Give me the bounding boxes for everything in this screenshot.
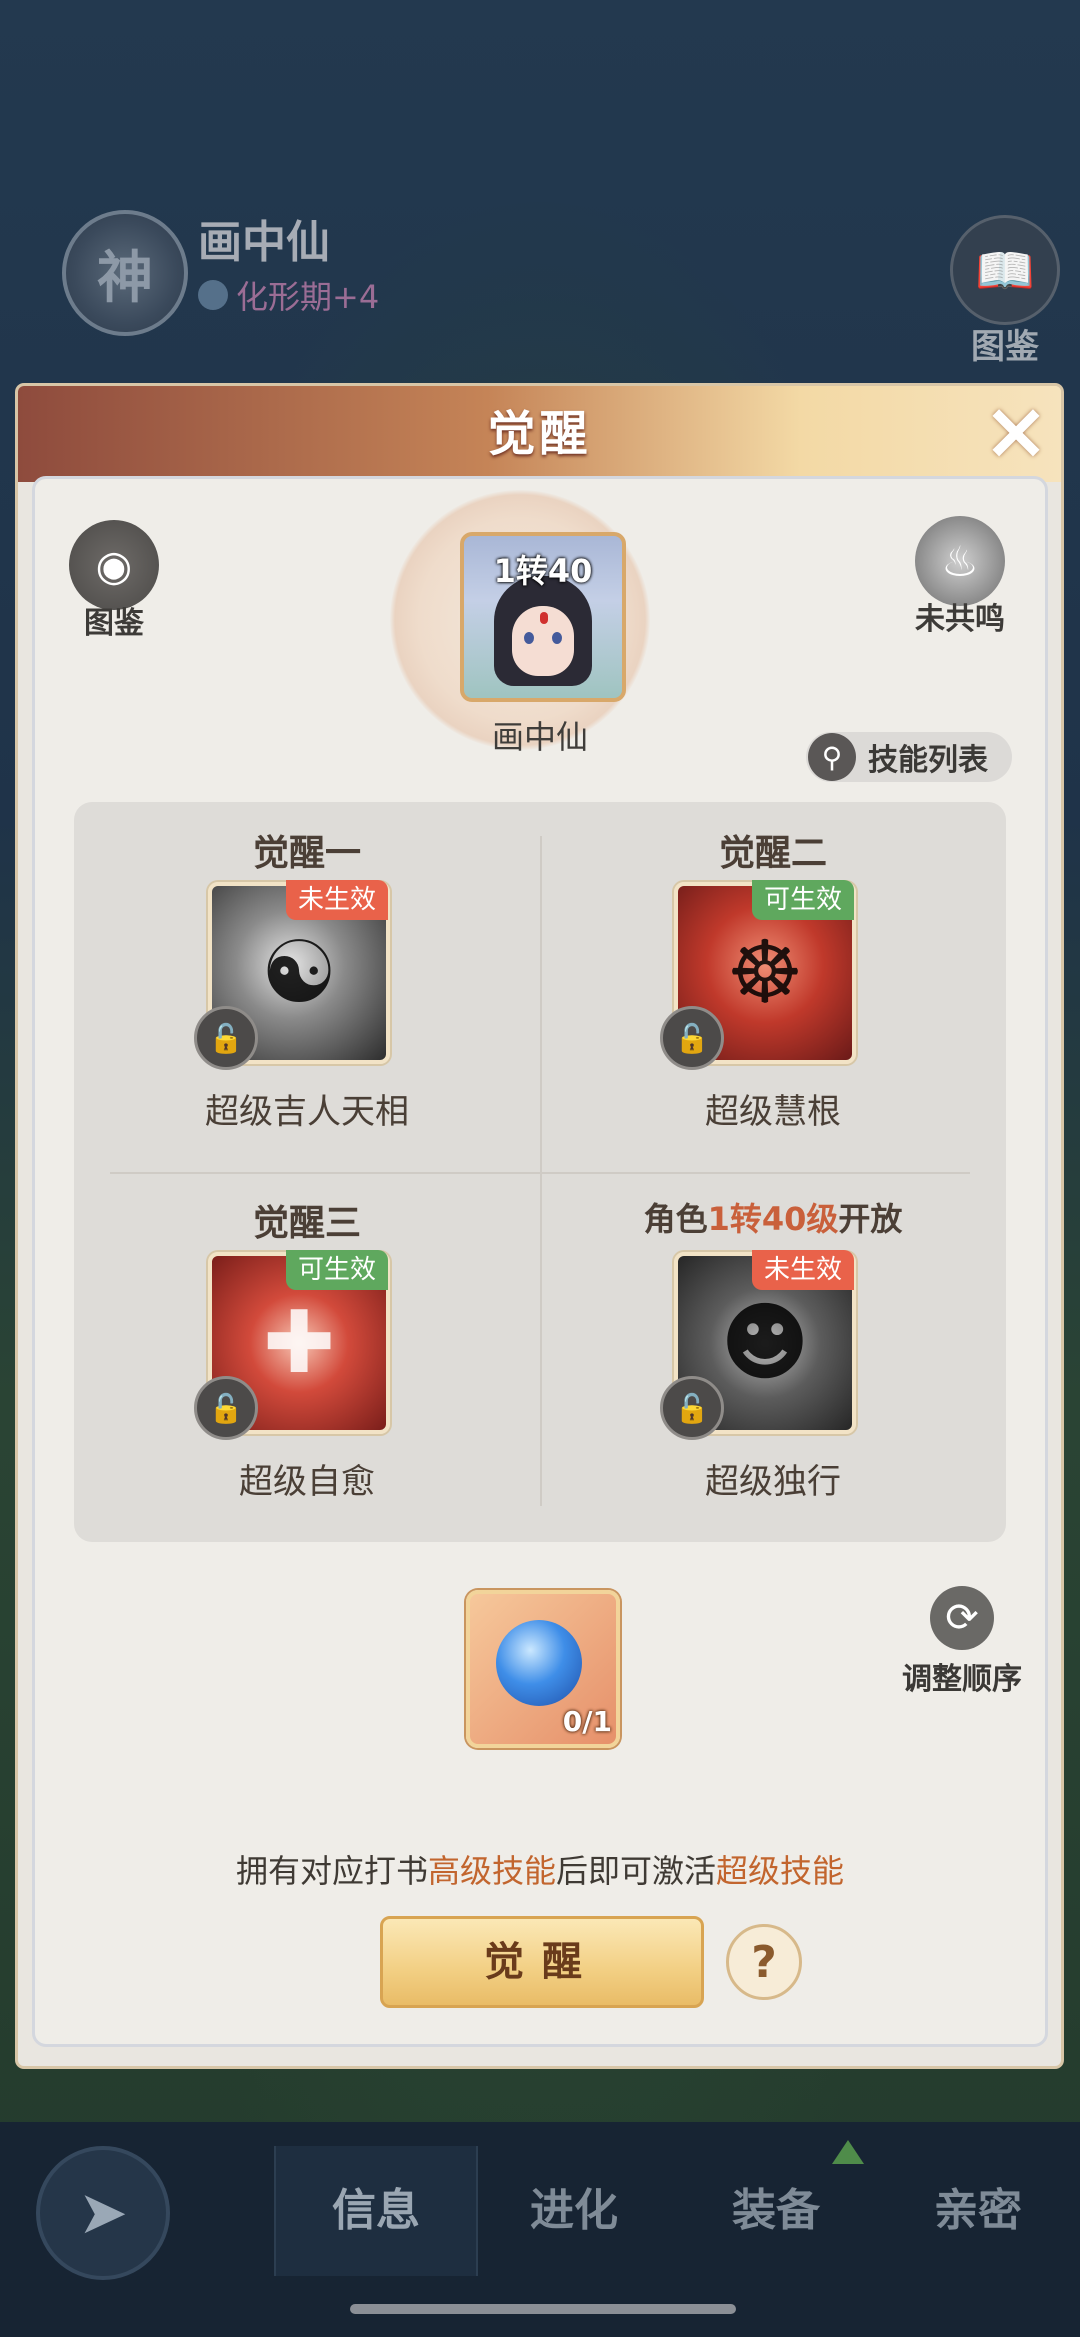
album-icon: ◉ xyxy=(69,520,159,610)
status-badge: 可生效 xyxy=(752,880,854,920)
slot-title: 觉醒三 xyxy=(252,1203,361,1244)
book-icon: 📖 xyxy=(950,215,1060,325)
unlock-icon: 🔓 xyxy=(660,1376,724,1440)
rank-badge: 神 xyxy=(62,210,188,336)
awaken-material-slot[interactable]: 0/1 xyxy=(466,1590,620,1748)
atlas-label: 图鉴 xyxy=(84,606,144,641)
awakening-slot-4: 角色1转40级开放 ☻ 未生效 🔓 超级独行 xyxy=(540,1172,1006,1542)
slot-title: 觉醒二 xyxy=(718,833,827,874)
reorder-label: 调整顺序 xyxy=(902,1662,1022,1697)
top-atlas-button[interactable]: 📖 图鉴 xyxy=(950,215,1060,368)
awakening-grid: 觉醒一 ☯ 未生效 🔓 超级吉人天相 觉醒二 ☸ 可生效 🔓 超级慧根 觉醒三 … xyxy=(74,802,1006,1542)
dialog-title: 觉醒 xyxy=(487,406,592,462)
slot-title: 觉醒一 xyxy=(252,833,361,874)
refresh-icon: ⟳ xyxy=(930,1586,994,1650)
resonance-button[interactable]: ♨ 未共鸣 xyxy=(900,516,1020,638)
activation-hint: 拥有对应打书高级技能后即可激活超级技能 xyxy=(235,1852,845,1890)
magnifier-icon: ⚲ xyxy=(808,733,856,781)
skill-name: 超级慧根 xyxy=(705,1092,841,1132)
awakening-slot-1: 觉醒一 ☯ 未生效 🔓 超级吉人天相 xyxy=(74,802,540,1172)
unlock-icon: 🔓 xyxy=(660,1006,724,1070)
realm-text: 化形期+4 xyxy=(236,278,380,316)
awakening-slot-2: 觉醒二 ☸ 可生效 🔓 超级慧根 xyxy=(540,802,1006,1172)
awaken-button[interactable]: 觉醒 xyxy=(380,1916,704,2008)
home-indicator[interactable] xyxy=(350,2304,736,2314)
skill-list-button[interactable]: ⚲ 技能列表 xyxy=(806,732,1012,782)
back-arrow-icon[interactable]: ➤ xyxy=(36,2146,170,2280)
tab-equipment[interactable]: 装备 xyxy=(676,2146,876,2276)
status-badge: 未生效 xyxy=(752,1250,854,1290)
help-icon[interactable]: ? xyxy=(726,1924,802,2000)
material-count: 0/1 xyxy=(562,1705,612,1738)
character-portrait[interactable]: 1转40 xyxy=(460,532,626,702)
close-icon[interactable]: × xyxy=(975,391,1057,474)
resonance-label: 未共鸣 xyxy=(915,602,1005,637)
status-badge: 可生效 xyxy=(286,1250,388,1290)
character-realm: 化形期+4 xyxy=(198,272,379,318)
skill-name: 超级自愈 xyxy=(239,1462,375,1502)
unlock-icon: 🔓 xyxy=(194,1376,258,1440)
tab-evolve[interactable]: 进化 xyxy=(474,2146,674,2276)
status-badge: 未生效 xyxy=(286,880,388,920)
flame-icon: ♨ xyxy=(915,516,1005,606)
slot-unlock-condition: 角色1转40级开放 xyxy=(643,1200,903,1238)
character-name: 画中仙 xyxy=(198,217,330,268)
skill-name: 超级吉人天相 xyxy=(205,1092,409,1132)
upgrade-arrow-icon xyxy=(832,2140,864,2164)
top-atlas-label: 图鉴 xyxy=(971,327,1039,367)
tab-intimacy[interactable]: 亲密 xyxy=(878,2146,1078,2276)
orb-icon xyxy=(496,1620,582,1706)
realm-icon xyxy=(198,280,228,310)
awakening-slot-3: 觉醒三 ✚ 可生效 🔓 超级自愈 xyxy=(74,1172,540,1542)
tab-info[interactable]: 信息 xyxy=(274,2146,478,2276)
unlock-icon: 🔓 xyxy=(194,1006,258,1070)
reorder-button[interactable]: ⟳ 调整顺序 xyxy=(892,1586,1032,1698)
skill-list-label: 技能列表 xyxy=(868,743,988,778)
portrait-level: 1转40 xyxy=(493,552,593,590)
atlas-button[interactable]: ◉ 图鉴 xyxy=(54,520,174,642)
skill-name: 超级独行 xyxy=(705,1462,841,1502)
